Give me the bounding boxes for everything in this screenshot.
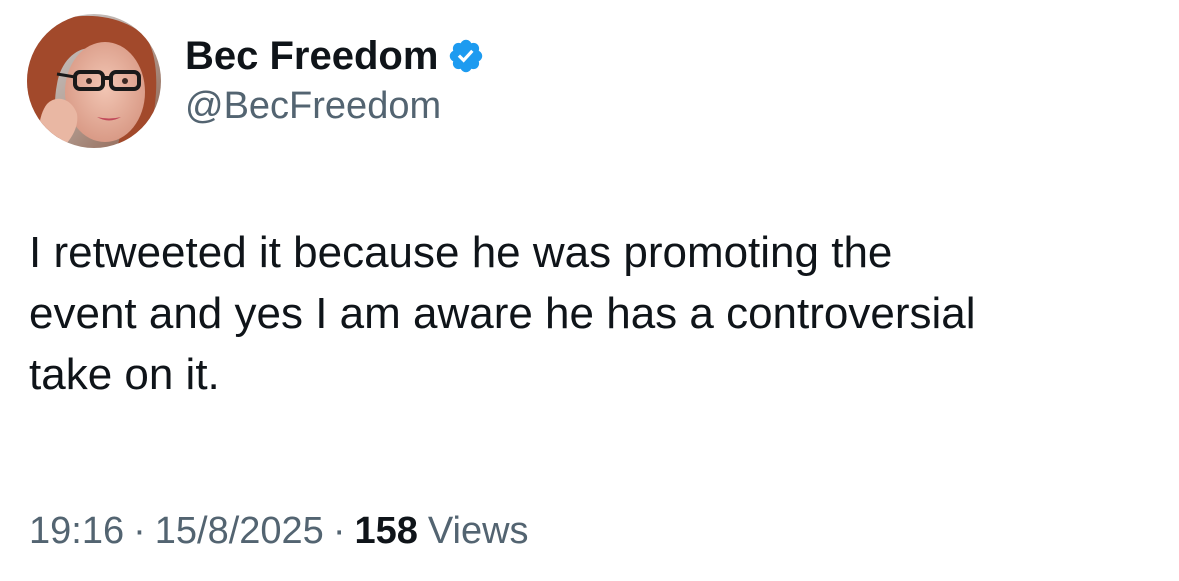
views-label: Views bbox=[427, 510, 529, 552]
author-handle[interactable]: @BecFreedom bbox=[185, 81, 485, 131]
tweet-header: Bec Freedom @BecFreedom bbox=[27, 14, 485, 148]
verified-badge-icon bbox=[447, 37, 485, 75]
tweet-meta: 19:16 · 15/8/2025 · 158 Views bbox=[29, 505, 529, 557]
views-count: 158 bbox=[354, 510, 418, 552]
display-name[interactable]: Bec Freedom bbox=[185, 31, 438, 81]
meta-separator: · bbox=[133, 510, 146, 552]
tweet-text: I retweeted it because he was promoting … bbox=[29, 228, 976, 399]
tweet-date[interactable]: 15/8/2025 bbox=[155, 505, 324, 557]
tweet-card: Bec Freedom @BecFreedom I retweeted it b… bbox=[0, 0, 1179, 581]
meta-separator: · bbox=[332, 510, 346, 552]
avatar-photo bbox=[27, 14, 161, 148]
display-name-row: Bec Freedom bbox=[185, 31, 485, 81]
tweet-time[interactable]: 19:16 bbox=[29, 505, 124, 557]
avatar[interactable] bbox=[27, 14, 161, 148]
author-names: Bec Freedom @BecFreedom bbox=[185, 31, 485, 131]
